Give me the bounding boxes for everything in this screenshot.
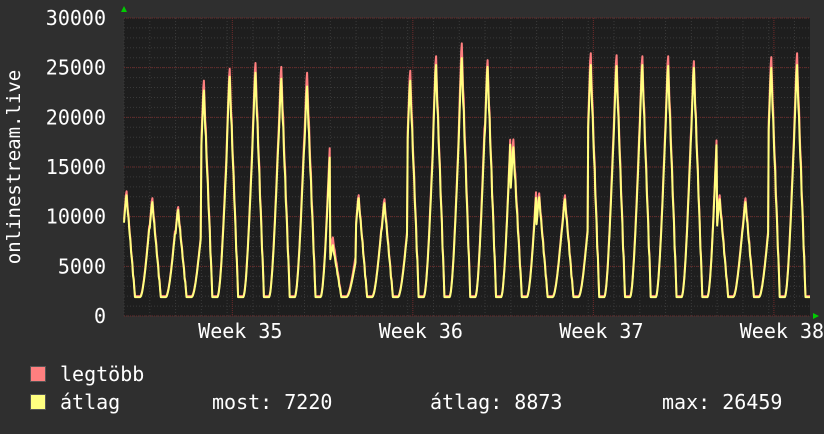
y-tick-label: 25000 (46, 56, 106, 80)
y-tick-label: 10000 (46, 205, 106, 229)
legend-swatch-max (30, 366, 46, 382)
x-tick-label: Week 35 (198, 319, 282, 343)
y-ticks: 0 5000 10000 15000 20000 25000 30000 (46, 6, 106, 328)
x-ticks: Week 35 Week 36 Week 37 Week 38 (198, 319, 824, 343)
stat-max: max: 26459 (662, 390, 783, 414)
y-tick-label: 30000 (46, 6, 106, 30)
legend-item-avg: átlag (30, 390, 120, 414)
legend-label-max: legtöbb (60, 362, 145, 386)
legend-swatch-avg (30, 394, 46, 410)
y-tick-label: 0 (94, 304, 106, 328)
x-tick-label: Week 37 (559, 319, 643, 343)
stat-current: most: 7220 (212, 390, 333, 414)
legend-label-avg: átlag (60, 390, 121, 414)
y-axis-arrow (121, 6, 127, 12)
x-tick-label: Week 36 (379, 319, 463, 343)
x-tick-label: Week 38 (740, 319, 824, 343)
stat-average: átlag: 8873 (430, 390, 563, 414)
legend-item-max: legtöbb (30, 362, 144, 386)
y-tick-label: 20000 (46, 105, 106, 129)
y-tick-label: 5000 (58, 254, 106, 278)
y-tick-label: 15000 (46, 155, 106, 179)
y-axis-label: onlinestream.live (3, 70, 25, 264)
